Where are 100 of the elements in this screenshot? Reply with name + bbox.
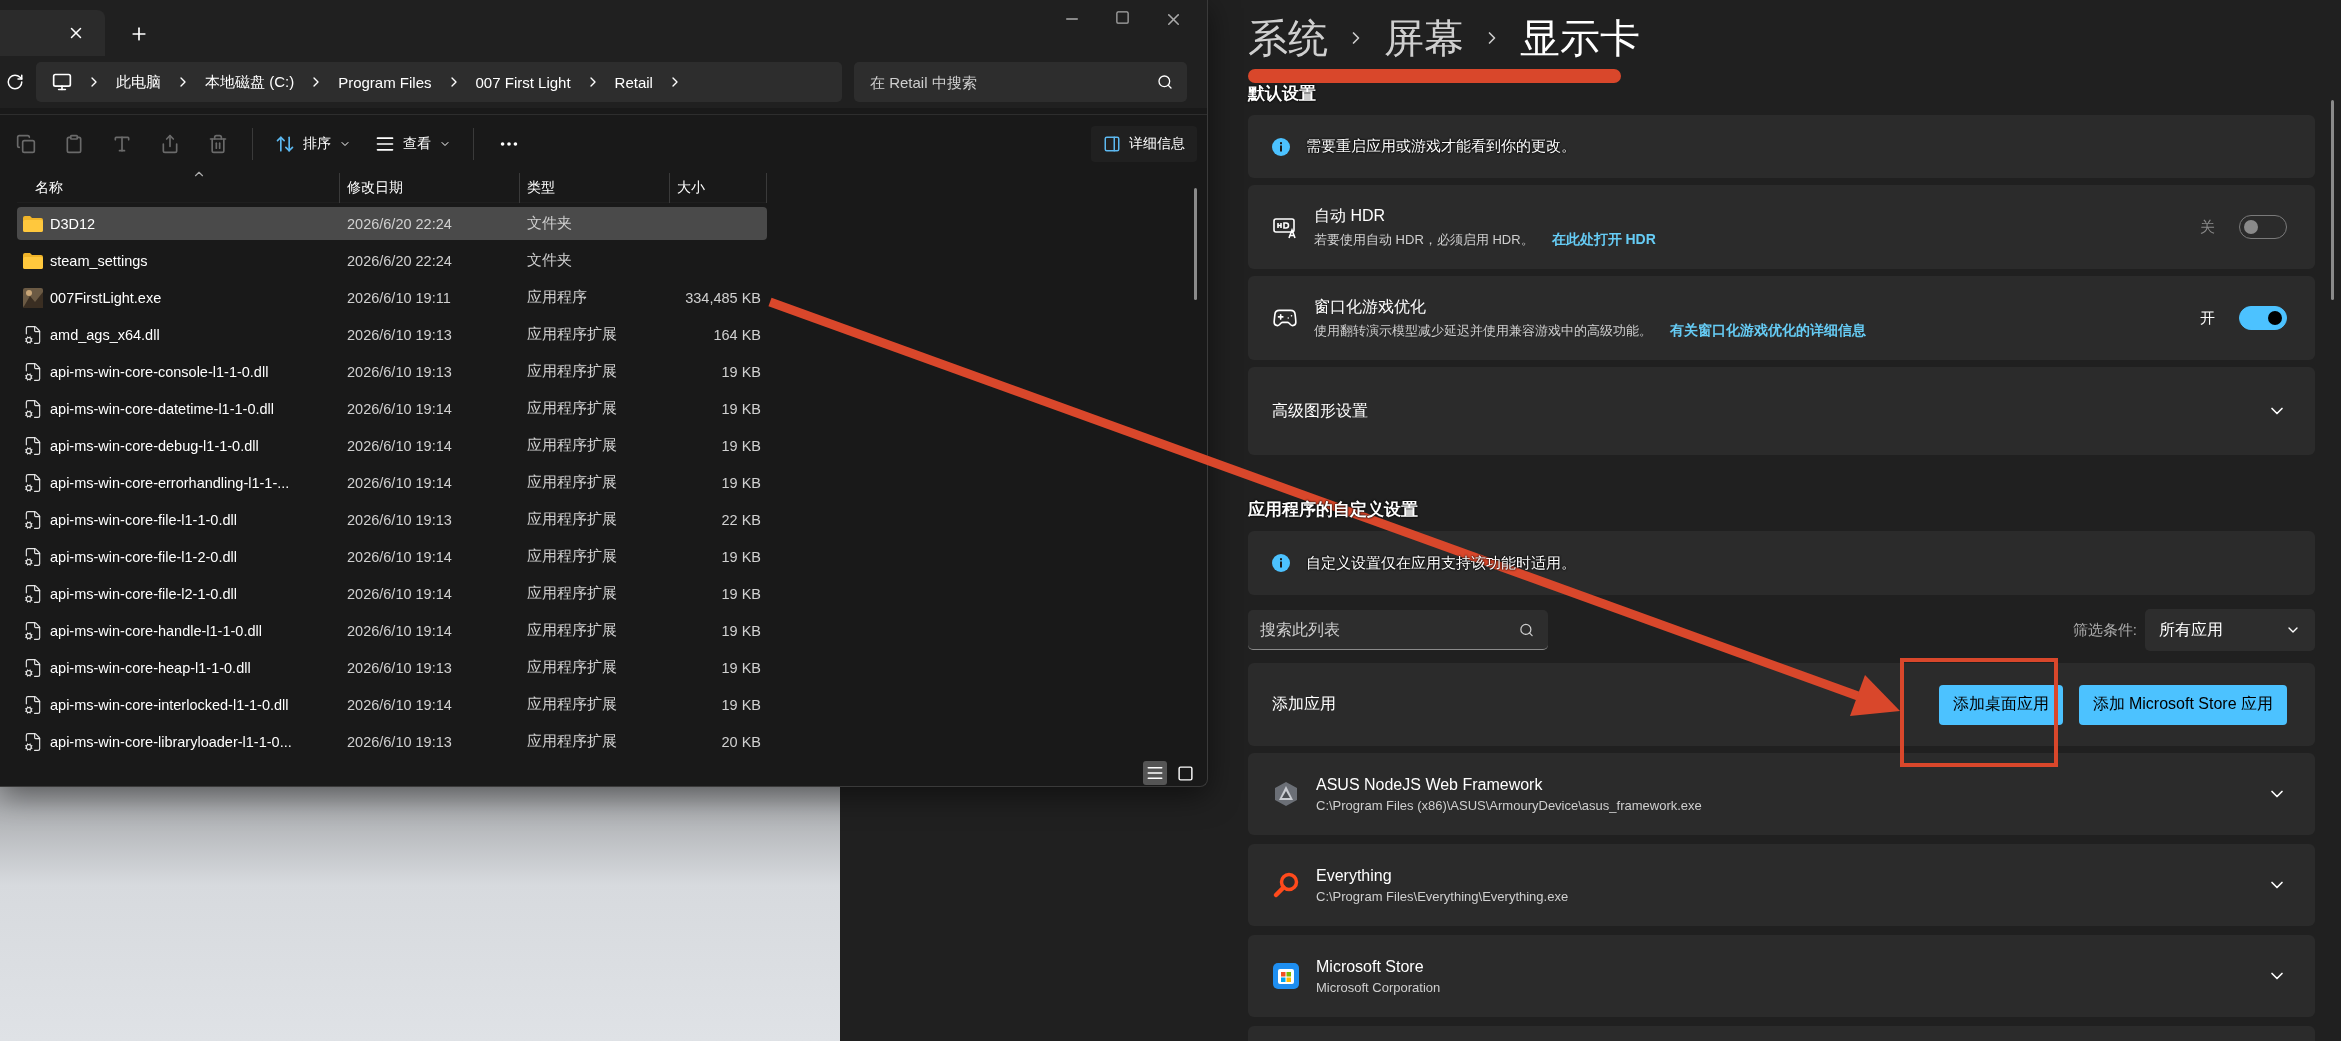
share-icon[interactable] [160, 134, 180, 154]
search-field[interactable]: 在 Retail 中搜索 [854, 62, 1187, 102]
file-size: 19 KB [720, 585, 762, 602]
file-size: 19 KB [720, 400, 762, 417]
file-type: 应用程序扩展 [526, 695, 618, 714]
dll-file-icon [23, 472, 43, 493]
breadcrumb-item: 显示卡 [1520, 18, 1640, 58]
setting-title: 高级图形设置 [1272, 400, 1368, 421]
file-date: 2026/6/10 19:14 [346, 696, 453, 713]
file-row[interactable]: api-ms-win-core-file-l2-1-0.dll 2026/6/10 19:14 应用程序扩展 19 KB [17, 577, 767, 610]
file-size: 19 KB [720, 696, 762, 713]
file-row[interactable]: steam_settings 2026/6/20 22:24 文件夹 [17, 244, 767, 277]
details-view-button[interactable] [1143, 761, 1167, 785]
setting-link[interactable]: 在此处打开 HDR [1551, 230, 1656, 249]
toggle-switch[interactable] [2239, 306, 2287, 330]
file-date: 2026/6/20 22:24 [346, 215, 453, 232]
file-date: 2026/6/10 19:14 [346, 474, 453, 491]
setting-title: 窗口化游戏优化 [1314, 296, 1427, 317]
folder-icon [23, 252, 43, 269]
file-row[interactable]: api-ms-win-core-console-l1-1-0.dll 2026/6/10 19:13 应用程序扩展 19 KB [17, 355, 767, 388]
filter-label: 筛选条件: [2072, 620, 2137, 640]
dll-file-icon [23, 546, 43, 567]
file-size: 19 KB [720, 622, 762, 639]
file-row[interactable]: api-ms-win-core-datetime-l1-1-0.dll 2026/6/10 19:14 应用程序扩展 19 KB [17, 392, 767, 425]
address-segment[interactable]: Program Files [338, 73, 432, 91]
setting-link[interactable]: 有关窗口化游戏优化的详细信息 [1670, 321, 1866, 340]
app-card[interactable]: ASUS NodeJS Web Framework C:\Program Files (x86)\ASUS\ArmouryDevice\asus_framework.exe [1248, 753, 2315, 835]
maximize-icon[interactable] [1115, 10, 1130, 25]
address-segment[interactable]: 本地磁盘 (C:) [205, 72, 295, 92]
breadcrumb-item[interactable]: 屏幕 [1384, 18, 1464, 58]
file-type: 应用程序扩展 [526, 325, 618, 344]
file-name: api-ms-win-core-handle-l1-1-0.dll [50, 622, 262, 639]
app-card[interactable]: Microsoft Store Microsoft Corporation [1248, 935, 2315, 1017]
file-date: 2026/6/10 19:11 [346, 289, 452, 306]
expander-card[interactable]: 高级图形设置 [1248, 367, 2315, 455]
file-row[interactable]: api-ms-win-core-file-l1-1-0.dll 2026/6/10 19:13 应用程序扩展 22 KB [17, 503, 767, 536]
file-row[interactable]: api-ms-win-core-file-l1-2-0.dll 2026/6/10 19:14 应用程序扩展 19 KB [17, 540, 767, 573]
address-segment[interactable]: Retail [614, 73, 653, 91]
refresh-icon[interactable] [6, 73, 24, 91]
paste-icon[interactable] [64, 134, 84, 154]
file-date: 2026/6/10 19:14 [346, 400, 453, 417]
file-name: steam_settings [50, 252, 148, 269]
address-bar[interactable]: 此电脑 本地磁盘 (C:) Program Files 007 First Light Retail [36, 62, 842, 102]
file-row[interactable]: amd_ags_x64.dll 2026/6/10 19:13 应用程序扩展 164 KB [17, 318, 767, 351]
address-segment[interactable]: 此电脑 [116, 72, 161, 92]
program-icon [23, 287, 43, 308]
file-size: 19 KB [720, 659, 762, 676]
file-size: 164 KB [712, 326, 762, 343]
file-row[interactable]: api-ms-win-core-heap-l1-1-0.dll 2026/6/10 19:13 应用程序扩展 19 KB [17, 651, 767, 684]
column-header[interactable]: 名称 [17, 173, 340, 203]
scrollbar-thumb[interactable] [1194, 188, 1197, 300]
dll-file-icon [23, 435, 43, 456]
details-button[interactable]: 详细信息 [1091, 126, 1197, 162]
file-date: 2026/6/10 19:13 [346, 511, 453, 528]
file-type: 文件夹 [526, 251, 573, 270]
filter-dropdown[interactable]: 所有应用 [2145, 609, 2315, 651]
app-name: Everything [1316, 866, 1393, 885]
file-row[interactable]: api-ms-win-core-libraryloader-l1-1-0... 2026/6/10 19:13 应用程序扩展 20 KB [17, 725, 767, 758]
file-date: 2026/6/10 19:14 [346, 585, 453, 602]
column-header[interactable]: 类型 [520, 173, 670, 203]
file-type: 应用程序扩展 [526, 584, 618, 603]
file-type: 应用程序扩展 [526, 510, 618, 529]
delete-icon[interactable] [208, 134, 228, 154]
address-segment[interactable]: 007 First Light [475, 73, 571, 91]
file-name: api-ms-win-core-file-l2-1-0.dll [50, 585, 237, 602]
file-type: 应用程序扩展 [526, 732, 618, 751]
dll-file-icon [23, 657, 43, 678]
sort-button[interactable]: 排序 [263, 126, 363, 162]
rename-icon[interactable] [112, 134, 132, 154]
file-date: 2026/6/10 19:13 [346, 659, 453, 676]
add-app-button[interactable]: 添加 Microsoft Store 应用 [2078, 684, 2287, 725]
file-type: 应用程序扩展 [526, 621, 618, 640]
file-name: api-ms-win-core-errorhandling-l1-1-... [50, 474, 290, 491]
search-field[interactable]: 搜索此列表 [1248, 610, 1548, 650]
app-name: ASUS NodeJS Web Framework [1316, 775, 1544, 794]
file-row[interactable]: api-ms-win-core-errorhandling-l1-1-... 2026/6/10 19:14 应用程序扩展 19 KB [17, 466, 767, 499]
file-row[interactable]: api-ms-win-core-interlocked-l1-1-0.dll 2026/6/10 19:14 应用程序扩展 19 KB [17, 688, 767, 721]
scrollbar-thumb[interactable] [2331, 100, 2334, 300]
app-card[interactable]: Everything C:\Program Files\Everything\Everything.exe [1248, 844, 2315, 926]
file-size: 19 KB [720, 363, 762, 380]
file-row[interactable]: 007FirstLight.exe 2026/6/10 19:11 应用程序 334,485 KB [17, 281, 767, 314]
column-header[interactable]: 修改日期 [340, 173, 520, 203]
dll-file-icon [23, 361, 43, 382]
info-text: 需要重启应用或游戏才能看到你的更改。 [1306, 137, 1576, 156]
file-name: api-ms-win-core-file-l1-2-0.dll [50, 548, 237, 565]
file-name: 007FirstLight.exe [50, 289, 162, 306]
view-button[interactable]: 查看 [363, 126, 463, 162]
file-type: 应用程序扩展 [526, 473, 618, 492]
file-name: api-ms-win-core-debug-l1-1-0.dll [50, 437, 259, 454]
dll-file-icon [23, 509, 43, 530]
setting-description: 使用翻转演示模型减少延迟并使用兼容游戏中的高级功能。 [1314, 321, 1652, 340]
add-app-button[interactable]: 添加桌面应用 [1938, 684, 2063, 725]
file-row[interactable]: api-ms-win-core-debug-l1-1-0.dll 2026/6/10 19:14 应用程序扩展 19 KB [17, 429, 767, 462]
file-row[interactable]: api-ms-win-core-handle-l1-1-0.dll 2026/6/10 19:14 应用程序扩展 19 KB [17, 614, 767, 647]
column-header[interactable]: 大小 [670, 173, 767, 203]
file-size: 19 KB [720, 548, 762, 565]
file-row[interactable]: D3D12 2026/6/20 22:24 文件夹 [17, 207, 767, 240]
breadcrumb-item[interactable]: 系统 [1248, 18, 1328, 58]
copy-icon[interactable] [16, 134, 36, 154]
file-date: 2026/6/10 19:13 [346, 363, 453, 380]
